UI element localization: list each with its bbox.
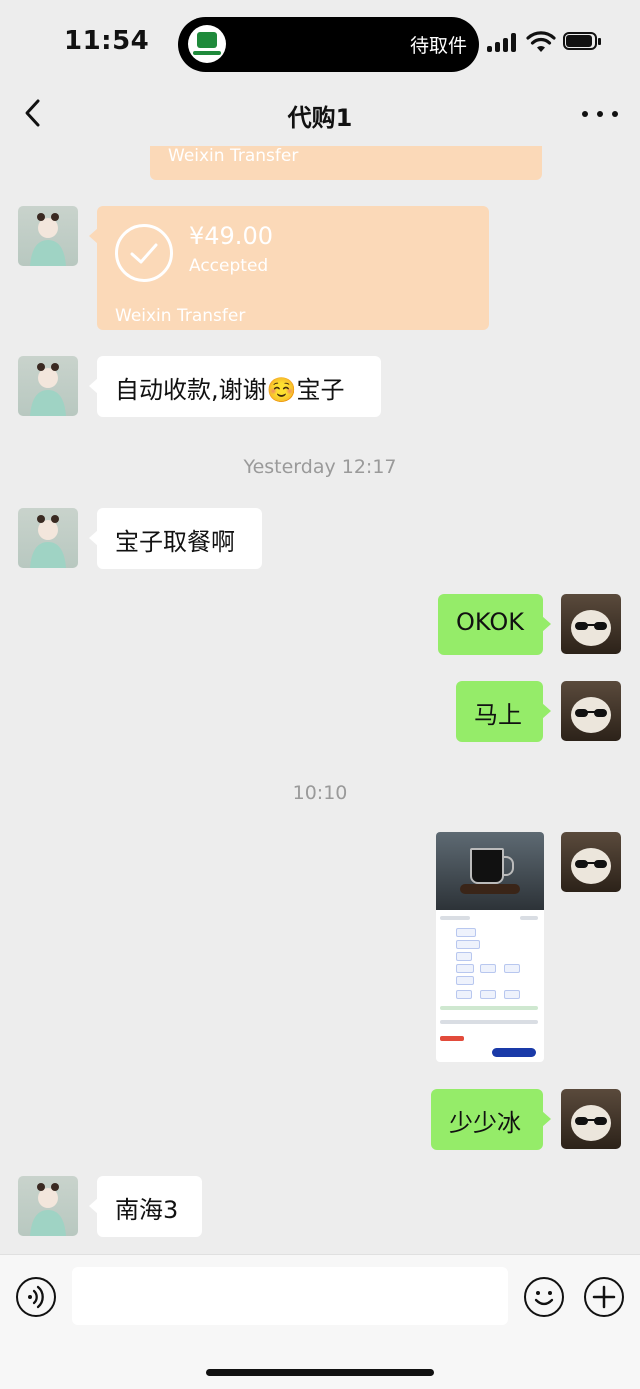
avatar[interactable] — [561, 832, 621, 892]
message-bubble[interactable]: 自动收款,谢谢☺️宝子 — [89, 356, 381, 417]
avatar[interactable] — [561, 681, 621, 741]
transfer-amount: ¥49.00 — [189, 222, 273, 250]
cellular-icon — [487, 32, 519, 52]
avatar[interactable] — [18, 356, 78, 416]
message-timestamp: 10:10 — [292, 782, 348, 804]
transfer-card[interactable]: ¥49.00 Accepted Weixin Transfer — [89, 206, 489, 330]
message-bubble[interactable]: 马上 — [456, 681, 551, 742]
battery-icon — [563, 32, 603, 52]
message-input[interactable] — [72, 1267, 508, 1325]
message-bubble[interactable]: 宝子取餐啊 — [89, 508, 262, 569]
avatar[interactable] — [18, 206, 78, 266]
image-message[interactable] — [436, 832, 544, 1062]
input-bar — [0, 1254, 640, 1389]
emoji-icon[interactable] — [524, 1277, 564, 1317]
dynamic-island[interactable]: 待取件 — [178, 17, 479, 72]
message-list[interactable]: Weixin Transfer ¥49.00 Accepted Weixin T… — [0, 146, 640, 1254]
island-status-text: 待取件 — [409, 35, 467, 57]
transfer-status: Accepted — [189, 256, 269, 276]
china-post-logo-icon — [188, 25, 226, 63]
status-time: 11:54 — [64, 26, 150, 56]
transfer-footer: Weixin Transfer — [168, 146, 299, 166]
image-coffee-photo — [436, 832, 544, 910]
avatar[interactable] — [18, 1176, 78, 1236]
message-timestamp: Yesterday 12:17 — [243, 456, 397, 478]
status-bar: 11:54 待取件 — [0, 0, 640, 88]
message-bubble[interactable]: 南海3 — [89, 1176, 202, 1237]
transfer-footer: Weixin Transfer — [115, 306, 246, 326]
home-indicator[interactable] — [206, 1369, 434, 1376]
avatar[interactable] — [18, 508, 78, 568]
plus-icon[interactable] — [584, 1277, 624, 1317]
avatar[interactable] — [561, 1089, 621, 1149]
message-bubble[interactable]: OKOK — [438, 594, 551, 655]
chat-header: 代购1 — [0, 88, 640, 146]
transfer-card-partial[interactable]: Weixin Transfer — [150, 146, 542, 180]
check-circle-icon — [115, 224, 173, 282]
chat-title: 代购1 — [287, 104, 353, 132]
more-icon[interactable] — [580, 108, 620, 120]
message-bubble[interactable]: 少少冰 — [431, 1089, 551, 1150]
voice-icon[interactable] — [16, 1277, 56, 1317]
wifi-icon — [526, 31, 556, 52]
avatar[interactable] — [561, 594, 621, 654]
